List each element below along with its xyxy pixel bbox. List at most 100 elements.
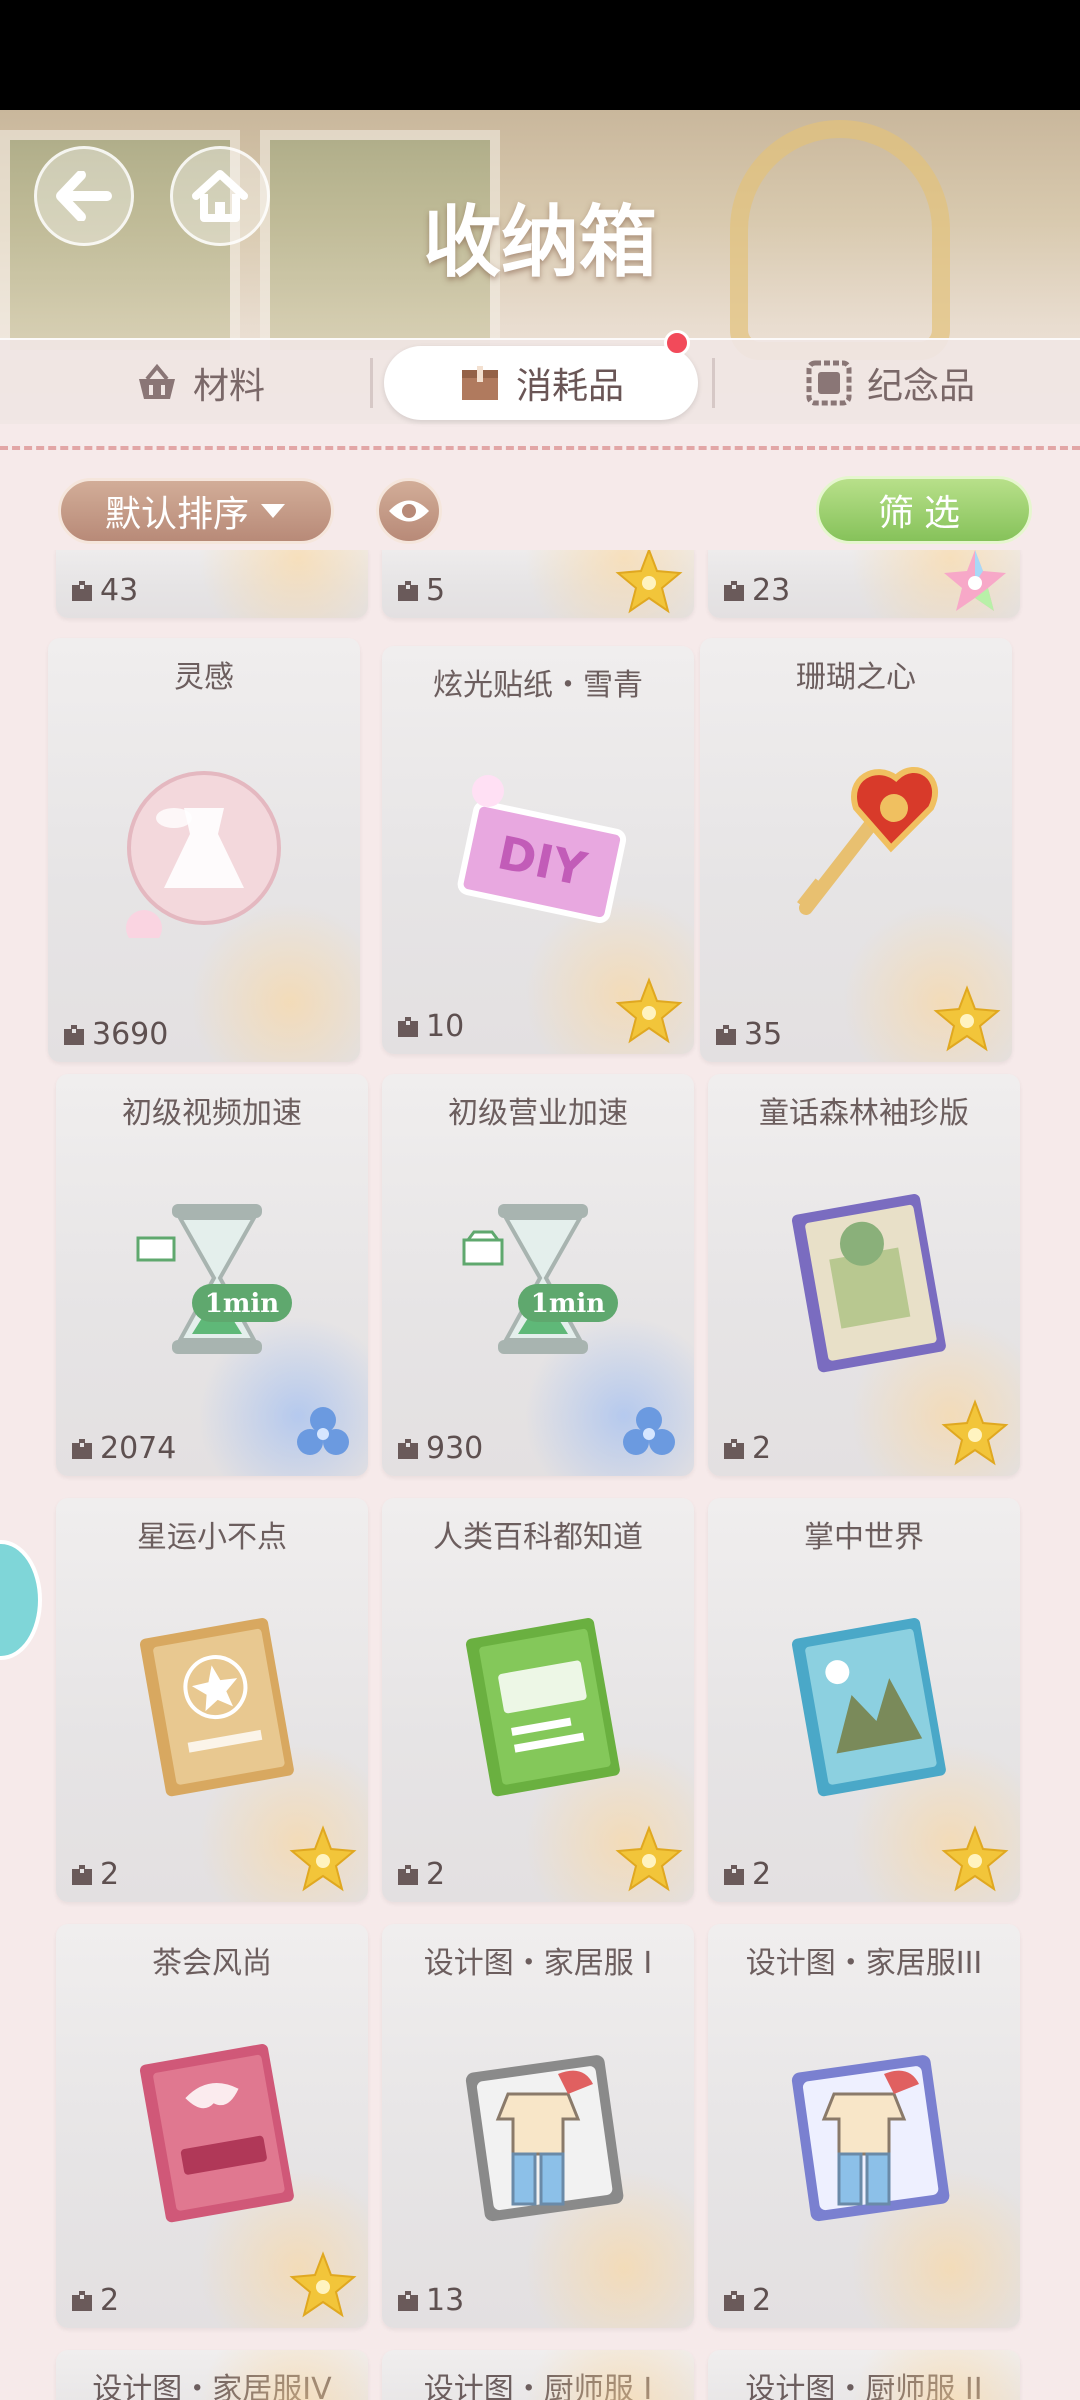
gold-star-icon (289, 2251, 357, 2318)
storage-box-icon (64, 1024, 84, 1045)
chevron-down-icon (261, 504, 285, 518)
storage-box-icon (716, 1024, 736, 1045)
gold-star-icon (941, 1399, 1009, 1466)
filter-label: 筛选 (877, 493, 970, 534)
item-count: 2 (70, 2283, 119, 2318)
book-star-icon (139, 1618, 294, 1797)
item-card[interactable]: 设计图・厨师服 I (382, 2350, 694, 2400)
item-card-blueprint-homewear-1[interactable]: 设计图・家居服 I 13 (382, 1924, 694, 2328)
section-divider (0, 446, 1080, 450)
item-name: 珊瑚之心 (796, 660, 916, 695)
basket-icon (138, 363, 175, 399)
blue-flower-icon (623, 1407, 675, 1455)
storage-box-icon (398, 1016, 418, 1037)
status-bar (0, 0, 1080, 110)
storage-box-icon (724, 1864, 744, 1885)
item-count: 930 (396, 1431, 483, 1466)
dress-orb-icon (126, 771, 281, 938)
item-grid: 43 5 23 灵感 3690 炫光贴纸・雪青 DIY 10 珊瑚之心 35 初… (0, 550, 1080, 2400)
svg-text:1min: 1min (531, 1289, 605, 1319)
item-card[interactable]: 23 (708, 550, 1020, 618)
item-name: 设计图・家居服III (745, 1946, 983, 1981)
item-card-fairy-forest[interactable]: 童话森林袖珍版 2 (708, 1074, 1020, 1476)
item-count: 10 (396, 1009, 464, 1044)
storage-box-icon (72, 1438, 92, 1459)
blueprint-icon (465, 2055, 624, 2222)
rainbow-star-icon (944, 550, 1006, 611)
notification-badge (664, 330, 690, 356)
filter-button[interactable]: 筛选 (816, 476, 1032, 544)
tab-materials[interactable]: 材料 (40, 346, 360, 420)
book-forest-icon (791, 1194, 946, 1373)
storage-box-icon (398, 580, 418, 601)
item-count: 13 (396, 2283, 464, 2318)
item-name: 设计图・家居服 I (423, 1946, 653, 1981)
item-name: 初级营业加速 (448, 1096, 628, 1131)
item-count: 35 (714, 1017, 782, 1052)
item-card[interactable]: 43 (56, 550, 368, 618)
item-name: 星运小不点 (137, 1520, 287, 1555)
svg-text:1min: 1min (205, 1289, 279, 1319)
book-encyclopedia-icon (465, 1618, 620, 1797)
item-card-inspiration[interactable]: 灵感 3690 (48, 638, 360, 1062)
box-icon (461, 366, 498, 400)
gold-star-icon (289, 1825, 357, 1892)
item-card-star-luck[interactable]: 星运小不点 2 (56, 1498, 368, 1902)
storage-box-icon (72, 580, 92, 601)
hourglass-shop-icon: 1min (462, 1204, 618, 1354)
heart-key-icon (797, 767, 939, 915)
tab-divider (370, 358, 373, 408)
book-world-icon (791, 1618, 946, 1797)
tab-consumables[interactable]: 消耗品 (384, 346, 698, 420)
diy-sticker-icon: DIY (457, 775, 627, 924)
visibility-toggle[interactable] (376, 478, 442, 544)
item-card[interactable]: 5 (382, 550, 694, 618)
item-name: 掌中世界 (804, 1520, 924, 1555)
item-count: 3690 (62, 1017, 168, 1052)
item-card-blueprint-homewear-3[interactable]: 设计图・家居服III 2 (708, 1924, 1020, 2328)
item-name: 设计图・家居服IV (92, 2372, 332, 2400)
storage-box-icon (72, 1864, 92, 1885)
tab-divider (712, 358, 715, 408)
tab-souvenirs[interactable]: 纪念品 (730, 346, 1050, 420)
item-name: 茶会风尚 (152, 1946, 272, 1981)
sort-dropdown[interactable]: 默认排序 (58, 478, 334, 544)
item-count: 2074 (70, 1431, 176, 1466)
book-tea-icon (139, 2044, 294, 2223)
item-card[interactable]: 设计图・厨师服 II (708, 2350, 1020, 2400)
item-name: 设计图・厨师服 I (423, 2372, 653, 2400)
item-card-tea-party[interactable]: 茶会风尚 2 (56, 1924, 368, 2328)
item-count: 23 (722, 573, 790, 608)
category-tab-bar: 材料 消耗品 纪念品 (0, 338, 1080, 424)
item-name: 炫光贴纸・雪青 (433, 668, 643, 703)
gold-star-icon (933, 985, 1001, 1052)
gold-star-icon (615, 1825, 683, 1892)
hourglass-video-icon: 1min (136, 1204, 292, 1354)
item-card-encyclopedia[interactable]: 人类百科都知道 2 (382, 1498, 694, 1902)
gold-star-icon (615, 977, 683, 1044)
item-card[interactable]: 设计图・家居服IV (56, 2350, 368, 2400)
tab-consumables-label: 消耗品 (515, 366, 624, 407)
item-name: 人类百科都知道 (433, 1520, 643, 1555)
item-name: 童话森林袖珍版 (759, 1096, 969, 1131)
storage-box-icon (72, 2290, 92, 2311)
tab-souvenirs-label: 纪念品 (866, 366, 975, 407)
item-card-coral-heart[interactable]: 珊瑚之心 35 (700, 638, 1012, 1062)
item-card-video-boost[interactable]: 初级视频加速 1min 2074 (56, 1074, 368, 1476)
blue-flower-icon (297, 1407, 349, 1455)
gold-star-icon (615, 550, 683, 614)
item-card-shop-boost[interactable]: 初级营业加速 1min 930 (382, 1074, 694, 1476)
item-count: 2 (722, 1857, 771, 1892)
storage-box-icon (398, 1438, 418, 1459)
storage-box-icon (398, 1864, 418, 1885)
item-count: 43 (70, 573, 138, 608)
item-card-palm-world[interactable]: 掌中世界 2 (708, 1498, 1020, 1902)
storage-box-icon (724, 1438, 744, 1459)
gold-star-icon (941, 1825, 1009, 1892)
page-title: 收纳箱 (422, 197, 657, 288)
item-name: 灵感 (174, 660, 234, 695)
item-count: 2 (722, 2283, 771, 2318)
item-card-sticker[interactable]: 炫光贴纸・雪青 DIY 10 (382, 646, 694, 1054)
item-name: 设计图・厨师服 II (745, 2372, 983, 2400)
tab-materials-label: 材料 (192, 366, 265, 407)
